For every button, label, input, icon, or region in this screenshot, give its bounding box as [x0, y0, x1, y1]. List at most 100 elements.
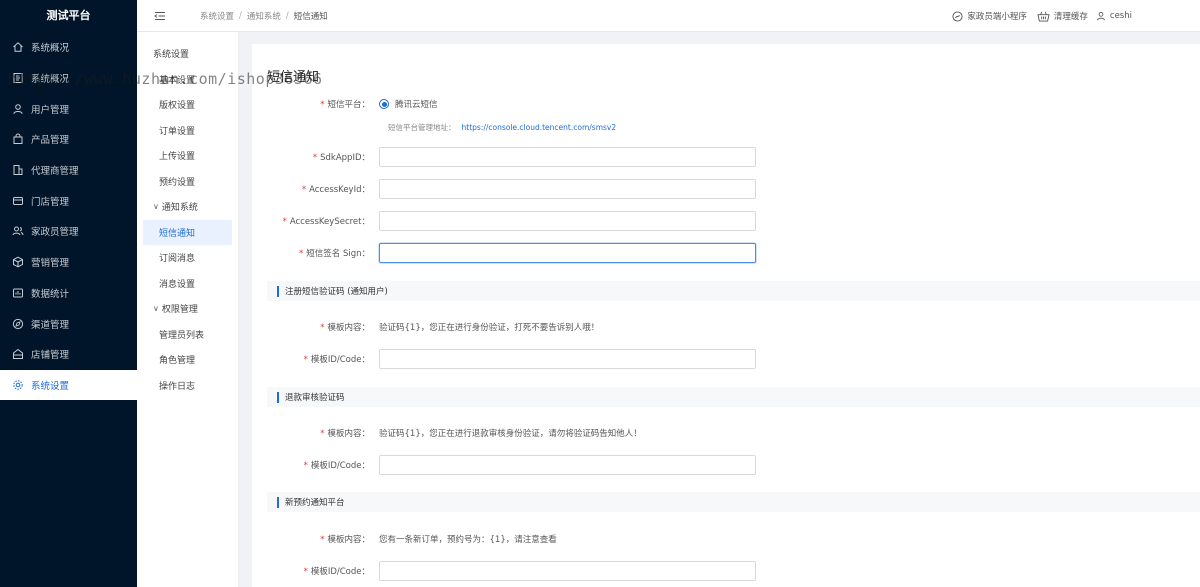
submenu-item-basic[interactable]: 基本设置 [137, 67, 238, 93]
main-sidebar: 测试平台 系统概况 系统概况 用户管理 产品管理 代理商管理 门店管理 家政员管… [0, 0, 137, 587]
bag-icon [12, 133, 24, 145]
access-key-id-input[interactable] [379, 179, 756, 199]
main-panel: 短信通知 * 短信平台： 腾讯云短信 短信平台管理地址： https://conso… [252, 44, 1200, 587]
stats-icon [12, 287, 24, 299]
submenu-item-logs[interactable]: 操作日志 [137, 373, 238, 399]
sdk-row: * SdkAppID： [252, 147, 756, 167]
submenu-item-order[interactable]: 订单设置 [137, 118, 238, 144]
settings-submenu: 系统设置 基本设置 版权设置 订单设置 上传设置 预约设置 ∨ 通知系统 短信通… [137, 32, 239, 587]
sidebar-item-label: 产品管理 [31, 135, 70, 147]
team-icon [12, 225, 24, 237]
gear-icon [12, 379, 24, 391]
document-icon [12, 72, 24, 84]
submenu-item-copyright[interactable]: 版权设置 [137, 92, 238, 118]
platform-row: * 短信平台： 腾讯云短信 [252, 98, 438, 110]
template-content-text: 验证码{1}，您正在进行身份验证，打死不要告诉别人哦！ [379, 323, 600, 333]
sidebar-item-label: 门店管理 [31, 196, 70, 208]
sign-row: * 短信签名 Sign： [252, 243, 756, 263]
app-logo: 测试平台 [46, 9, 91, 22]
submenu-item-admins[interactable]: 管理员列表 [137, 322, 238, 348]
submenu-item-sms[interactable]: 短信通知 [143, 219, 232, 245]
template-code-input[interactable] [379, 349, 756, 369]
sidebar-item-label: 代理商管理 [31, 166, 79, 178]
breadcrumb-separator: / [285, 10, 289, 21]
template-content-row: * 模板内容： 验证码{1}，您正在进行退款审核身份验证，请勿将验证码告知他人！ [252, 427, 642, 439]
breadcrumb-current: 短信通知 [293, 11, 328, 22]
sidebar-item-agents[interactable]: 代理商管理 [0, 155, 137, 186]
sidebar-item-label: 渠道管理 [31, 319, 70, 331]
submenu-item-roles[interactable]: 角色管理 [137, 347, 238, 373]
section-refund-code: 退款审核验证码 [267, 387, 1200, 407]
access-secret-label: * AccessKeySecret： [282, 217, 370, 227]
access-secret-row: * AccessKeySecret： [252, 211, 756, 231]
section-bar [277, 285, 279, 297]
template-content-row: * 模板内容： 您有一条新订单，预约号为：{1}，请注意查看 [252, 533, 557, 545]
sidebar-item-marketing[interactable]: 营销管理 [0, 247, 137, 278]
template-content-label: * 模板内容： [320, 323, 370, 333]
top-header: 系统设置 / 通知系统 / 短信通知 家政员端小程序 清理缓存 ceshi [137, 0, 1200, 32]
submenu-item-subscribe[interactable]: 订阅消息 [137, 245, 238, 271]
chevron-down-icon: ∨ [153, 202, 159, 212]
template-code-row: * 模板ID/Code： [252, 455, 756, 475]
sidebar-item-label: 用户管理 [31, 104, 70, 116]
sidebar-item-statistics[interactable]: 数据统计 [0, 278, 137, 309]
section-register-code: 注册短信验证码 (通知用户) [267, 281, 1200, 301]
sdk-label: * SdkAppID： [312, 153, 370, 163]
chevron-down-icon: ∨ [153, 304, 159, 314]
section-title: 注册短信验证码 (通知用户) [285, 287, 388, 297]
platform-radio[interactable]: 腾讯云短信 [379, 98, 438, 110]
template-code-input[interactable] [379, 561, 756, 581]
sidebar-item-shops[interactable]: 店铺管理 [0, 339, 137, 370]
sidebar-item-housekeepers[interactable]: 家政员管理 [0, 216, 137, 247]
template-code-label: * 模板ID/Code： [303, 567, 370, 577]
sidebar-item-overview-2[interactable]: 系统概况 [0, 63, 137, 94]
template-code-row: * 模板ID/Code： [252, 349, 756, 369]
section-bar [277, 391, 279, 403]
template-code-label: * 模板ID/Code： [303, 461, 370, 471]
submenu-item-message[interactable]: 消息设置 [137, 271, 238, 297]
submenu-item-booking[interactable]: 预约设置 [137, 169, 238, 195]
sdk-app-id-input[interactable] [379, 147, 756, 167]
template-content-label: * 模板内容： [320, 429, 370, 439]
access-key-label: * AccessKeyId： [301, 185, 370, 195]
template-code-input[interactable] [379, 455, 756, 475]
menu-fold-icon[interactable] [154, 10, 166, 22]
template-content-text: 您有一条新订单，预约号为：{1}，请注意查看 [379, 535, 557, 545]
main-menu: 系统概况 系统概况 用户管理 产品管理 代理商管理 门店管理 家政员管理 营销管… [0, 32, 137, 401]
breadcrumb-item[interactable]: 通知系统 [247, 10, 281, 22]
miniprogram-link[interactable]: 家政员端小程序 [952, 10, 1027, 22]
sidebar-item-label: 系统概况 [31, 74, 70, 86]
clear-cache-button[interactable]: 清理缓存 [1037, 10, 1088, 22]
sidebar-item-label: 系统设置 [31, 380, 70, 392]
platform-radio-label: 腾讯云短信 [395, 100, 438, 110]
user-icon [1096, 12, 1105, 21]
submenu-title[interactable]: 系统设置 [137, 41, 238, 67]
sidebar-item-stores[interactable]: 门店管理 [0, 185, 137, 216]
store-icon [12, 195, 24, 207]
sidebar-item-users[interactable]: 用户管理 [0, 93, 137, 124]
sign-label: * 短信签名 Sign： [299, 249, 370, 259]
header-actions: 家政员端小程序 清理缓存 ceshi [944, 0, 1132, 32]
building-icon [12, 164, 24, 176]
breadcrumb-item[interactable]: 系统设置 [200, 10, 234, 22]
platform-link[interactable]: https://console.cloud.tencent.com/smsv2 [462, 123, 617, 132]
access-key-row: * AccessKeyId： [252, 179, 756, 199]
user-menu[interactable]: ceshi [1096, 11, 1132, 21]
radio-checked-icon [379, 99, 389, 109]
sidebar-item-settings[interactable]: 系统设置 [0, 369, 137, 401]
submenu-group-permission[interactable]: ∨ 权限管理 [137, 296, 238, 322]
sidebar-item-label: 家政员管理 [31, 227, 79, 239]
access-key-secret-input[interactable] [379, 211, 756, 231]
sms-sign-input[interactable] [379, 243, 756, 263]
sidebar-item-label: 营销管理 [31, 258, 70, 270]
template-content-label: * 模板内容： [320, 535, 370, 545]
submenu-group-notify[interactable]: ∨ 通知系统 [137, 194, 238, 220]
breadcrumb: 系统设置 / 通知系统 / 短信通知 [200, 10, 328, 22]
sidebar-item-channels[interactable]: 渠道管理 [0, 308, 137, 339]
miniprogram-icon [952, 10, 963, 22]
section-title: 退款审核验证码 [285, 393, 345, 403]
sidebar-item-products[interactable]: 产品管理 [0, 124, 137, 155]
sidebar-item-label: 店铺管理 [31, 350, 70, 362]
sidebar-item-overview[interactable]: 系统概况 [0, 32, 137, 63]
submenu-item-upload[interactable]: 上传设置 [137, 143, 238, 169]
